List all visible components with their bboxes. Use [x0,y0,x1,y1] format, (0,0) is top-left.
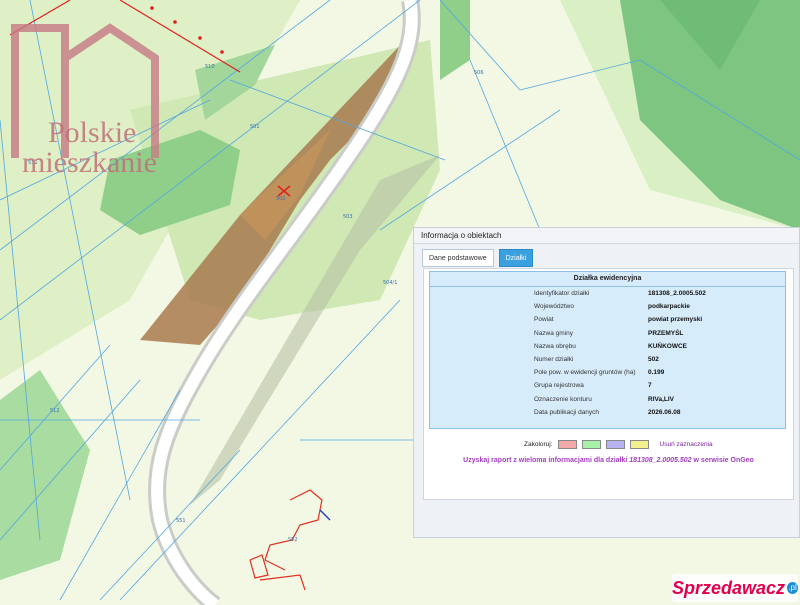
info-row-value: podkarpackie [648,303,690,311]
info-row-label: Numer działki [534,356,574,363]
info-row-value: powiat przemyski [648,316,703,324]
report-parcel-id: 181308_2.0005.502 [629,457,692,464]
info-row: Województwo podkarpackie [430,300,785,313]
info-row: Data publikacji danych 2026.06.08 [430,406,785,419]
watermark-line1: Polskie [48,116,137,149]
info-row-label: Nazwa gminy [534,329,574,337]
info-row-value: 7 [648,382,652,390]
tab-parcels[interactable]: Działki [498,249,534,267]
info-row: Oznaczenie konturu RIVa,LIV [430,393,785,406]
info-row: Numer działki 502 [430,353,785,366]
object-info-panel: Informacja o obiektach Dane podstawowe D… [413,227,800,538]
parcel-label: 510 [205,64,215,70]
parcel-label: 551 [176,518,186,524]
info-row-label: Oznaczenie konturu [534,395,592,403]
parcel-label: 501 [250,124,260,130]
parcel-label: 506 [474,70,484,76]
parcel-info-table: Działka ewidencyjna Identyfikator działk… [429,271,786,429]
info-row-value: 0.199 [648,369,665,377]
clear-selection-link[interactable]: Usuń zaznaczenia [660,441,713,448]
parcel-label: 512 [50,408,60,414]
info-row-label: Data publikacji danych [534,408,600,416]
color-swatch-purple[interactable] [605,439,625,449]
parcel-label: 504/1 [383,280,397,286]
info-row: Identyfikator działki 181308_2.0005.502 [430,287,785,300]
info-row-label: Województwo [534,303,574,311]
report-link[interactable]: Uzyskaj raport z wieloma informacjami dl… [424,457,793,464]
section-title: Działka ewidencyjna [430,272,785,287]
info-row-value: PRZEMYŚL [648,329,684,337]
parcel-label: 502 [276,196,286,202]
info-row-value: 502 [648,356,659,363]
report-prefix: Uzyskaj raport z wieloma informacjami dl… [463,457,628,464]
info-row: Nazwa obrębu KUŃKOWCE [430,340,785,353]
tab-content: Działka ewidencyjna Identyfikator działk… [423,268,794,500]
info-row-value: 2026.06.08 [648,408,681,416]
watermark-logo: Polskie mieszkanie [10,18,180,178]
tab-basic-data[interactable]: Dane podstawowe [422,249,494,267]
legend-label: Zakoloruj: [524,440,553,448]
parcel-label: 552 [288,537,298,543]
watermark-line2: mieszkanie [22,146,157,179]
color-legend: Zakoloruj: Usuń zaznaczenia [524,437,713,451]
info-row-value: RIVa,LIV [648,395,675,403]
info-row-value: 181308_2.0005.502 [648,290,706,297]
info-row-label: Nazwa obrębu [534,342,576,350]
parcel-label: 503 [343,214,353,220]
info-row-label: Powiat [534,316,554,324]
color-swatch-green[interactable] [581,439,601,449]
info-row-label: Pole pow. w ewidencji gruntów (ha) [534,369,636,377]
info-row: Pole pow. w ewidencji gruntów (ha) 0.199 [430,366,785,379]
info-row-label: Identyfikator działki [534,290,590,297]
info-row: Powiat powiat przemyski [430,313,785,326]
report-suffix: w serwisie OnGeo [693,457,754,464]
info-row: Grupa rejestrowa 7 [430,379,785,392]
info-row: Nazwa gminy PRZEMYŚL [430,327,785,340]
info-row-label: Grupa rejestrowa [534,382,584,390]
info-row-value: KUŃKOWCE [648,342,687,350]
color-swatch-red[interactable] [557,439,577,449]
brand-badge: .pl [787,582,798,594]
brand-text: Sprzedawacz [672,577,786,598]
sprzedawacz-logo[interactable]: Sprzedawacz .pl [672,574,798,602]
panel-tabs: Dane podstawowe Działki [422,249,534,267]
color-swatch-yellow[interactable] [629,439,649,449]
panel-title: Informacja o obiektach [414,228,799,244]
